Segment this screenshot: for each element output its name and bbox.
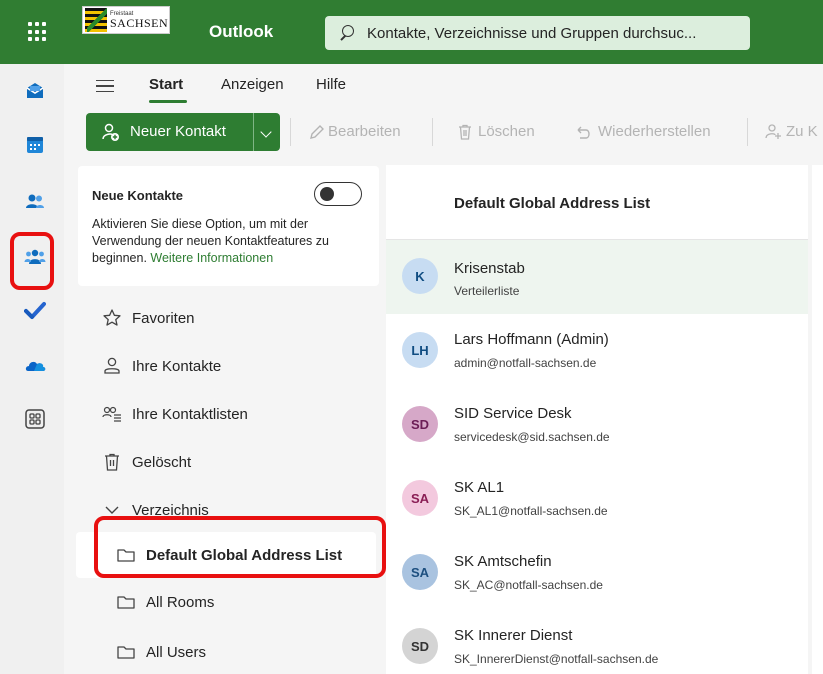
new-contact-button[interactable]: Neuer Kontakt <box>86 113 280 151</box>
nav-item-your-contacts[interactable]: Ihre Kontakte <box>102 352 221 380</box>
new-contacts-toggle[interactable] <box>314 182 362 206</box>
folder-icon <box>117 646 135 659</box>
ribbon-tabs: Start Anzeigen Hilfe <box>64 64 823 108</box>
onedrive-icon[interactable] <box>24 354 46 376</box>
organization-logo[interactable]: Freistaat SACHSEN <box>82 6 170 34</box>
contact-name: SID Service Desk <box>454 405 572 422</box>
add-to-button[interactable]: Zu K <box>786 123 818 140</box>
contact-row[interactable]: SD SID Service Desk servicedesk@sid.sach… <box>386 388 808 462</box>
nav-item-label: All Users <box>146 643 207 661</box>
new-contacts-card: Neue Kontakte Aktivieren Sie diese Optio… <box>78 166 379 286</box>
directory-highlight-box <box>94 516 386 578</box>
contact-detail: SK_InnererDienst@notfall-sachsen.de <box>454 652 659 666</box>
mail-icon[interactable] <box>24 80 46 102</box>
button-divider <box>253 113 254 151</box>
contact-row[interactable]: K Krisenstab Verteilerliste <box>386 240 808 314</box>
contact-row[interactable]: LH Lars Hoffmann (Admin) admin@notfall-s… <box>386 314 808 388</box>
coat-of-arms-icon <box>85 8 107 32</box>
nav-item-label: Favoriten <box>132 309 195 327</box>
more-info-link[interactable]: Weitere Informationen <box>150 251 273 265</box>
search-icon <box>339 24 357 42</box>
new-contacts-description: Aktivieren Sie diese Option, um mit der … <box>92 216 362 267</box>
search-box[interactable]: Kontakte, Verzeichnisse und Gruppen durc… <box>325 16 750 50</box>
toggle-knob <box>320 187 334 201</box>
tab-anzeigen[interactable]: Anzeigen <box>221 76 284 93</box>
avatar: SD <box>402 406 438 442</box>
command-separator <box>290 118 291 146</box>
add-person-icon <box>102 123 119 141</box>
edit-button[interactable]: Bearbeiten <box>328 123 401 140</box>
new-contact-label: Neuer Kontakt <box>130 123 226 140</box>
contact-row[interactable]: SD SK Innerer Dienst SK_InnererDienst@no… <box>386 610 808 674</box>
add-to-list-icon <box>765 124 781 139</box>
nav-item-label: Gelöscht <box>132 453 192 471</box>
chevron-down-icon[interactable] <box>260 126 272 138</box>
contact-row[interactable]: SA SK AL1 SK_AL1@notfall-sachsen.de <box>386 462 808 536</box>
person-icon <box>104 357 120 374</box>
hamburger-menu-icon[interactable] <box>96 80 114 92</box>
nav-item-contact-lists[interactable]: Ihre Kontaktlisten <box>102 400 248 428</box>
nav-item-favorites[interactable]: Favoriten <box>102 304 195 332</box>
contact-name: Krisenstab <box>454 260 525 277</box>
top-bar: Freistaat SACHSEN Outlook Kontakte, Verz… <box>0 0 823 64</box>
contact-name: SK Innerer Dienst <box>454 627 573 644</box>
contact-detail: SK_AC@notfall-sachsen.de <box>454 578 603 592</box>
active-tab-indicator <box>149 100 187 103</box>
folder-icon <box>117 596 135 609</box>
todo-icon[interactable] <box>24 300 46 322</box>
search-input[interactable]: Kontakte, Verzeichnisse und Gruppen durc… <box>367 25 747 42</box>
star-icon <box>103 309 121 326</box>
contact-name: SK AL1 <box>454 479 505 496</box>
contact-detail: SK_AL1@notfall-sachsen.de <box>454 504 608 518</box>
apps-icon[interactable] <box>24 408 46 430</box>
contact-name: SK Amtschefin <box>454 553 552 570</box>
nav-item-all-users[interactable]: All Users <box>116 638 206 666</box>
navigation-pane: Neue Kontakte Aktivieren Sie diese Optio… <box>64 158 386 674</box>
nav-item-label: All Rooms <box>146 593 215 611</box>
new-contacts-title: Neue Kontakte <box>92 188 184 203</box>
avatar: LH <box>402 332 438 368</box>
trash-icon <box>105 453 119 471</box>
list-header: Default Global Address List <box>454 195 651 212</box>
contact-detail: admin@notfall-sachsen.de <box>454 356 597 370</box>
delete-button[interactable]: Löschen <box>478 123 535 140</box>
command-bar: Neuer Kontakt Bearbeiten Löschen Wiederh… <box>64 110 823 154</box>
groups-icon[interactable] <box>24 246 46 268</box>
nav-item-all-rooms[interactable]: All Rooms <box>116 588 214 616</box>
avatar: SA <box>402 554 438 590</box>
logo-big-text: SACHSEN <box>110 16 169 30</box>
nav-item-label: Ihre Kontakte <box>132 357 222 375</box>
app-title[interactable]: Outlook <box>209 22 273 42</box>
app-rail <box>0 64 64 674</box>
edit-icon <box>310 125 324 139</box>
command-separator <box>747 118 748 146</box>
avatar: K <box>402 258 438 294</box>
avatar: SA <box>402 480 438 516</box>
delete-icon <box>459 124 471 140</box>
reading-pane-edge <box>812 165 823 674</box>
people-icon[interactable] <box>24 190 46 212</box>
restore-icon <box>577 126 590 139</box>
app-launcher-icon[interactable] <box>28 22 48 42</box>
tab-start[interactable]: Start <box>149 76 183 93</box>
contact-detail: Verteilerliste <box>454 284 520 298</box>
calendar-icon[interactable] <box>24 134 46 156</box>
tab-hilfe[interactable]: Hilfe <box>316 76 346 93</box>
command-separator <box>432 118 433 146</box>
contact-row[interactable]: SA SK Amtschefin SK_AC@notfall-sachsen.d… <box>386 536 808 610</box>
contact-list-pane: Default Global Address List K Krisenstab… <box>386 165 808 674</box>
avatar: SD <box>402 628 438 664</box>
contact-list-icon <box>102 406 121 422</box>
nav-item-deleted[interactable]: Gelöscht <box>102 448 191 476</box>
nav-item-label: Ihre Kontaktlisten <box>132 405 248 423</box>
contact-detail: servicedesk@sid.sachsen.de <box>454 430 610 444</box>
contact-name: Lars Hoffmann (Admin) <box>454 331 609 348</box>
restore-button[interactable]: Wiederherstellen <box>598 123 711 140</box>
